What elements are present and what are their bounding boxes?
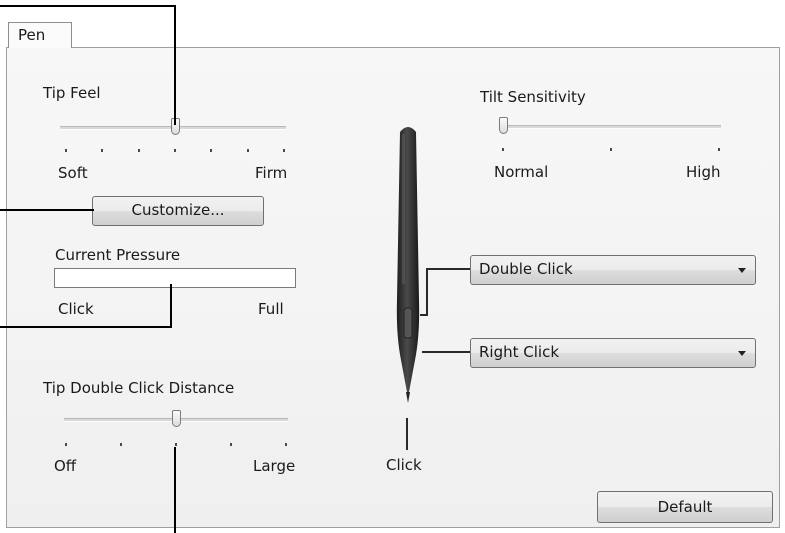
lower-button-connector: [422, 351, 470, 353]
pen-icon: [396, 127, 420, 403]
callout-line: [0, 5, 176, 7]
tip-double-click-distance-slider-thumb[interactable]: [172, 410, 181, 427]
current-pressure-max-label: Full: [258, 300, 284, 318]
chevron-down-icon: [738, 268, 746, 273]
slider-tick: [230, 443, 232, 446]
tip-feel-label: Tip Feel: [43, 84, 101, 102]
slider-tick: [610, 148, 612, 151]
slider-tick: [174, 149, 176, 152]
tilt-sensitivity-min-label: Normal: [494, 163, 549, 181]
slider-tick: [283, 149, 285, 152]
lower-button-value: Right Click: [479, 343, 560, 361]
upper-button-connector-v: [426, 268, 428, 316]
upper-button-value: Double Click: [479, 260, 573, 278]
callout-line: [174, 447, 176, 533]
tab-pen-label: Pen: [18, 26, 46, 44]
slider-tick: [137, 149, 140, 152]
upper-button-dropdown[interactable]: Double Click: [470, 255, 756, 285]
customize-button[interactable]: Customize...: [92, 196, 264, 226]
slider-tick: [101, 149, 104, 152]
tip-feel-max-label: Firm: [255, 164, 288, 182]
current-pressure-min-label: Click: [58, 300, 94, 318]
tilt-sensitivity-max-label: High: [686, 163, 721, 181]
slider-tick: [65, 149, 67, 152]
tip-click-label: Click: [386, 456, 422, 474]
chevron-down-icon: [738, 351, 746, 356]
tilt-sensitivity-slider-thumb[interactable]: [499, 117, 508, 134]
tilt-sensitivity-slider-track[interactable]: [499, 125, 721, 129]
tip-feel-min-label: Soft: [58, 164, 88, 182]
slider-tick: [285, 443, 287, 446]
tip-double-click-distance-max-label: Large: [253, 457, 296, 475]
callout-line: [0, 209, 94, 211]
upper-button-connector-h: [426, 268, 470, 270]
tip-double-click-distance-label: Tip Double Click Distance: [43, 379, 235, 397]
upper-button-connector-end: [420, 314, 428, 316]
pen-tip-connector: [406, 418, 408, 450]
slider-tick: [120, 443, 122, 446]
tilt-sensitivity-label: Tilt Sensitivity: [480, 88, 586, 106]
default-button[interactable]: Default: [597, 491, 773, 523]
slider-tick: [65, 443, 67, 446]
callout-line: [174, 5, 176, 125]
slider-tick: [175, 443, 177, 446]
current-pressure-label: Current Pressure: [55, 246, 181, 264]
current-pressure-meter: [54, 268, 296, 288]
slider-tick: [210, 149, 213, 152]
callout-line: [0, 326, 172, 328]
lower-button-dropdown[interactable]: Right Click: [470, 338, 756, 368]
tab-pen[interactable]: Pen: [8, 22, 72, 48]
callout-line: [170, 284, 172, 328]
slider-tick: [718, 148, 720, 151]
slider-tick: [502, 148, 504, 151]
slider-tick: [246, 149, 249, 152]
tip-double-click-distance-min-label: Off: [54, 457, 77, 475]
